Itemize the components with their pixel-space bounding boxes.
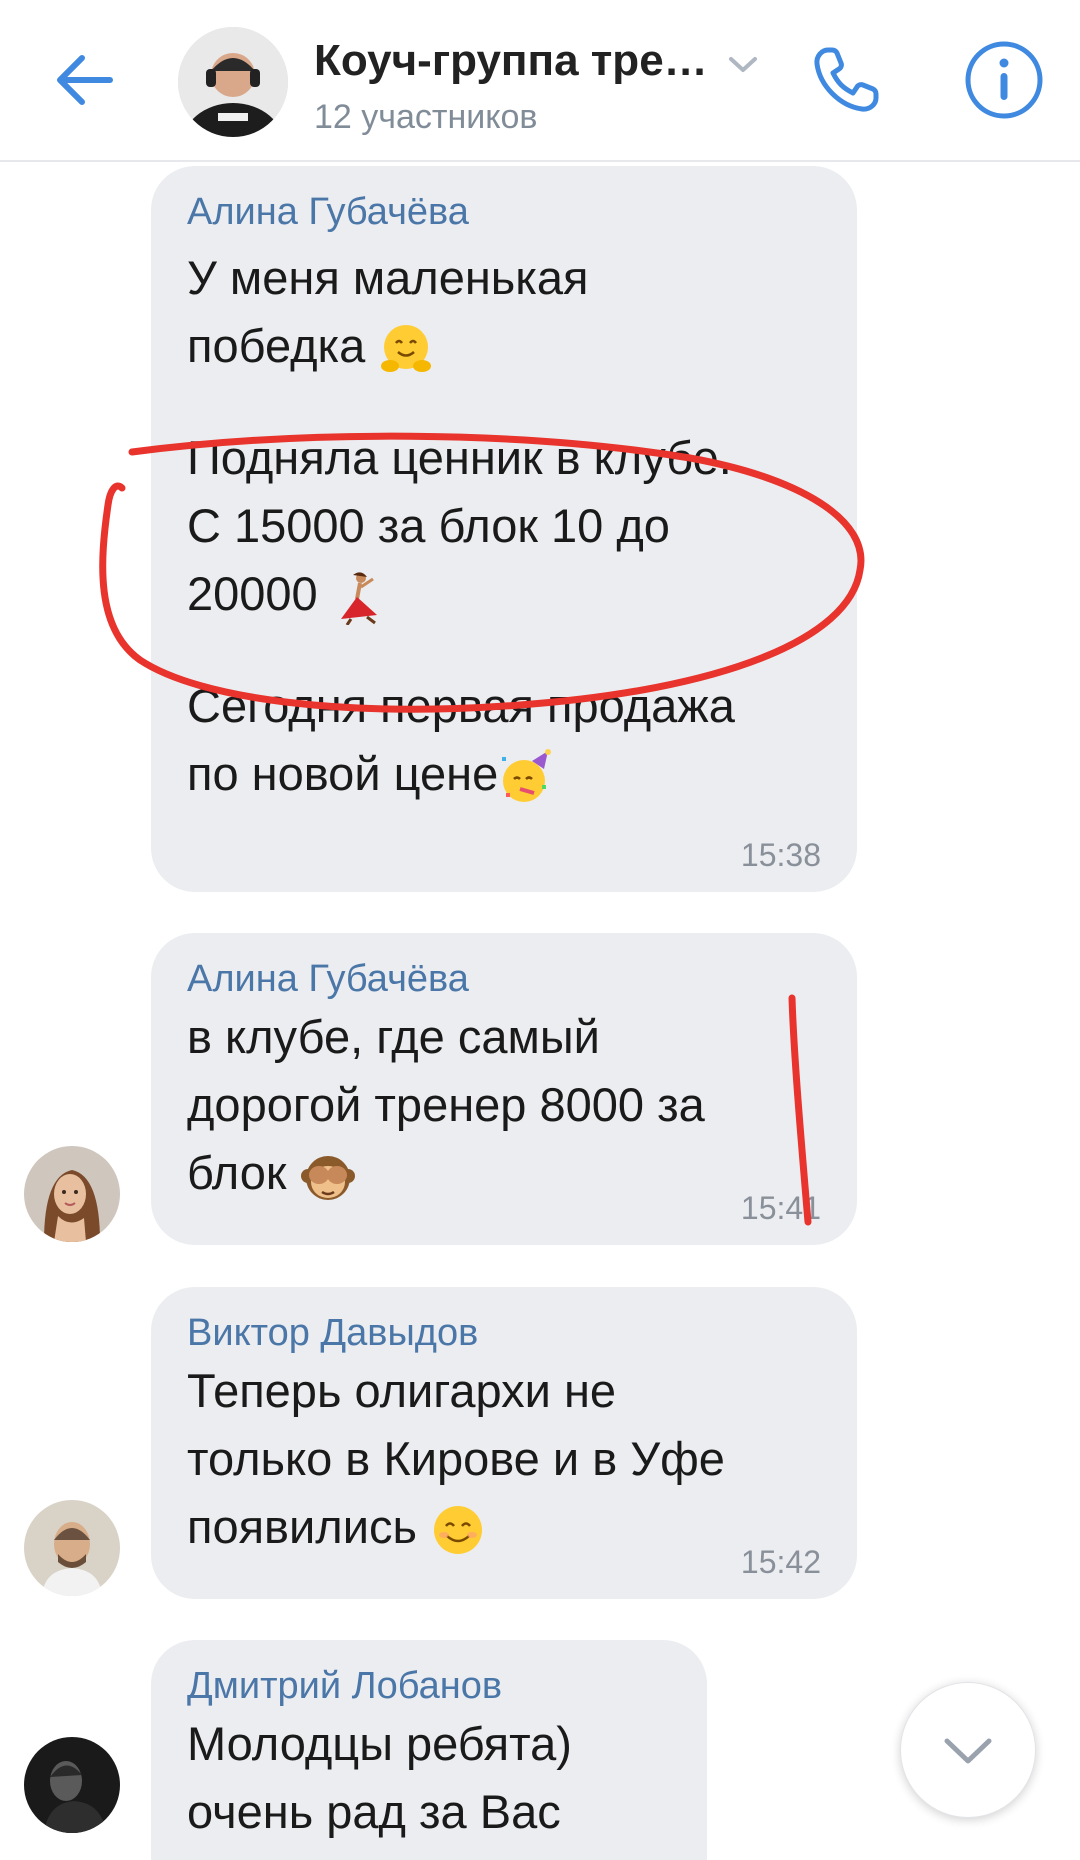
sender-name[interactable]: Виктор Давыдов — [187, 1312, 821, 1355]
message-time: 15:38 — [740, 837, 821, 873]
avatar[interactable] — [24, 1146, 120, 1242]
message-text-content: в клубе, где самый дорогой тренер 8000 з… — [187, 1009, 705, 1199]
info-icon[interactable] — [962, 38, 1046, 122]
party-face-emoji-icon — [502, 749, 552, 803]
sender-name[interactable]: Дмитрий Лобанов — [187, 1665, 671, 1708]
sender-name[interactable]: Алина Губачёва — [187, 958, 821, 1001]
chevron-down-icon[interactable] — [726, 54, 760, 76]
smiling-face-emoji-icon — [434, 1506, 482, 1555]
chat-title[interactable]: Коуч-группа тре… — [314, 36, 708, 86]
chat-avatar[interactable] — [178, 27, 288, 137]
message-text: в клубе, где самый дорогой тренер 8000 з… — [187, 1003, 821, 1207]
message-text: Теперь олигархи не только в Кирове и в У… — [187, 1357, 821, 1561]
message-bubble[interactable]: Виктор Давыдов Теперь олигархи не только… — [151, 1287, 857, 1599]
avatar-image — [24, 1737, 120, 1833]
hugging-face-emoji-icon — [381, 325, 432, 373]
chevron-down-icon — [944, 1738, 992, 1764]
chat-member-count: 12 участников — [314, 98, 538, 136]
phone-icon[interactable] — [806, 40, 886, 120]
message-text: Молодцы ребята) очень рад за Вас — [187, 1716, 572, 1838]
chat-screen: Коуч-группа тре… 12 участников Алина Губ… — [0, 0, 1080, 1860]
arrow-left-icon[interactable] — [48, 44, 120, 116]
message-paragraph-text: Подняла ценник в клубе. С 15000 за блок … — [187, 430, 732, 620]
message-paragraph: Подняла ценник в клубе. С 15000 за блок … — [187, 424, 821, 628]
message-bubble[interactable]: Алина Губачёва У меня маленькая победка … — [151, 166, 857, 892]
avatar[interactable] — [24, 1500, 120, 1596]
message-text: У меня маленькая победка — [187, 244, 821, 380]
message-time: 15:42 — [740, 1544, 821, 1580]
sender-name[interactable]: Алина Губачёва — [187, 191, 821, 234]
chat-header: Коуч-группа тре… 12 участников — [0, 0, 1080, 162]
scroll-down-button[interactable] — [900, 1682, 1036, 1818]
message-time: 15:41 — [740, 1190, 821, 1226]
chat-avatar-image — [178, 27, 288, 137]
message-bubble[interactable]: Алина Губачёва в клубе, где самый дорого… — [151, 933, 857, 1245]
message-bubble[interactable]: Дмитрий Лобанов Молодцы ребята) очень ра… — [151, 1640, 707, 1860]
dancer-emoji-icon — [340, 572, 377, 626]
avatar-image — [24, 1146, 120, 1242]
see-no-evil-monkey-emoji-icon — [300, 1156, 355, 1201]
avatar-image — [24, 1500, 120, 1596]
message-paragraph-text: Сегодня первая продажа по новой цене — [187, 678, 735, 800]
message-paragraph: Сегодня первая продажа по новой цене — [187, 672, 821, 808]
avatar[interactable] — [24, 1737, 120, 1833]
